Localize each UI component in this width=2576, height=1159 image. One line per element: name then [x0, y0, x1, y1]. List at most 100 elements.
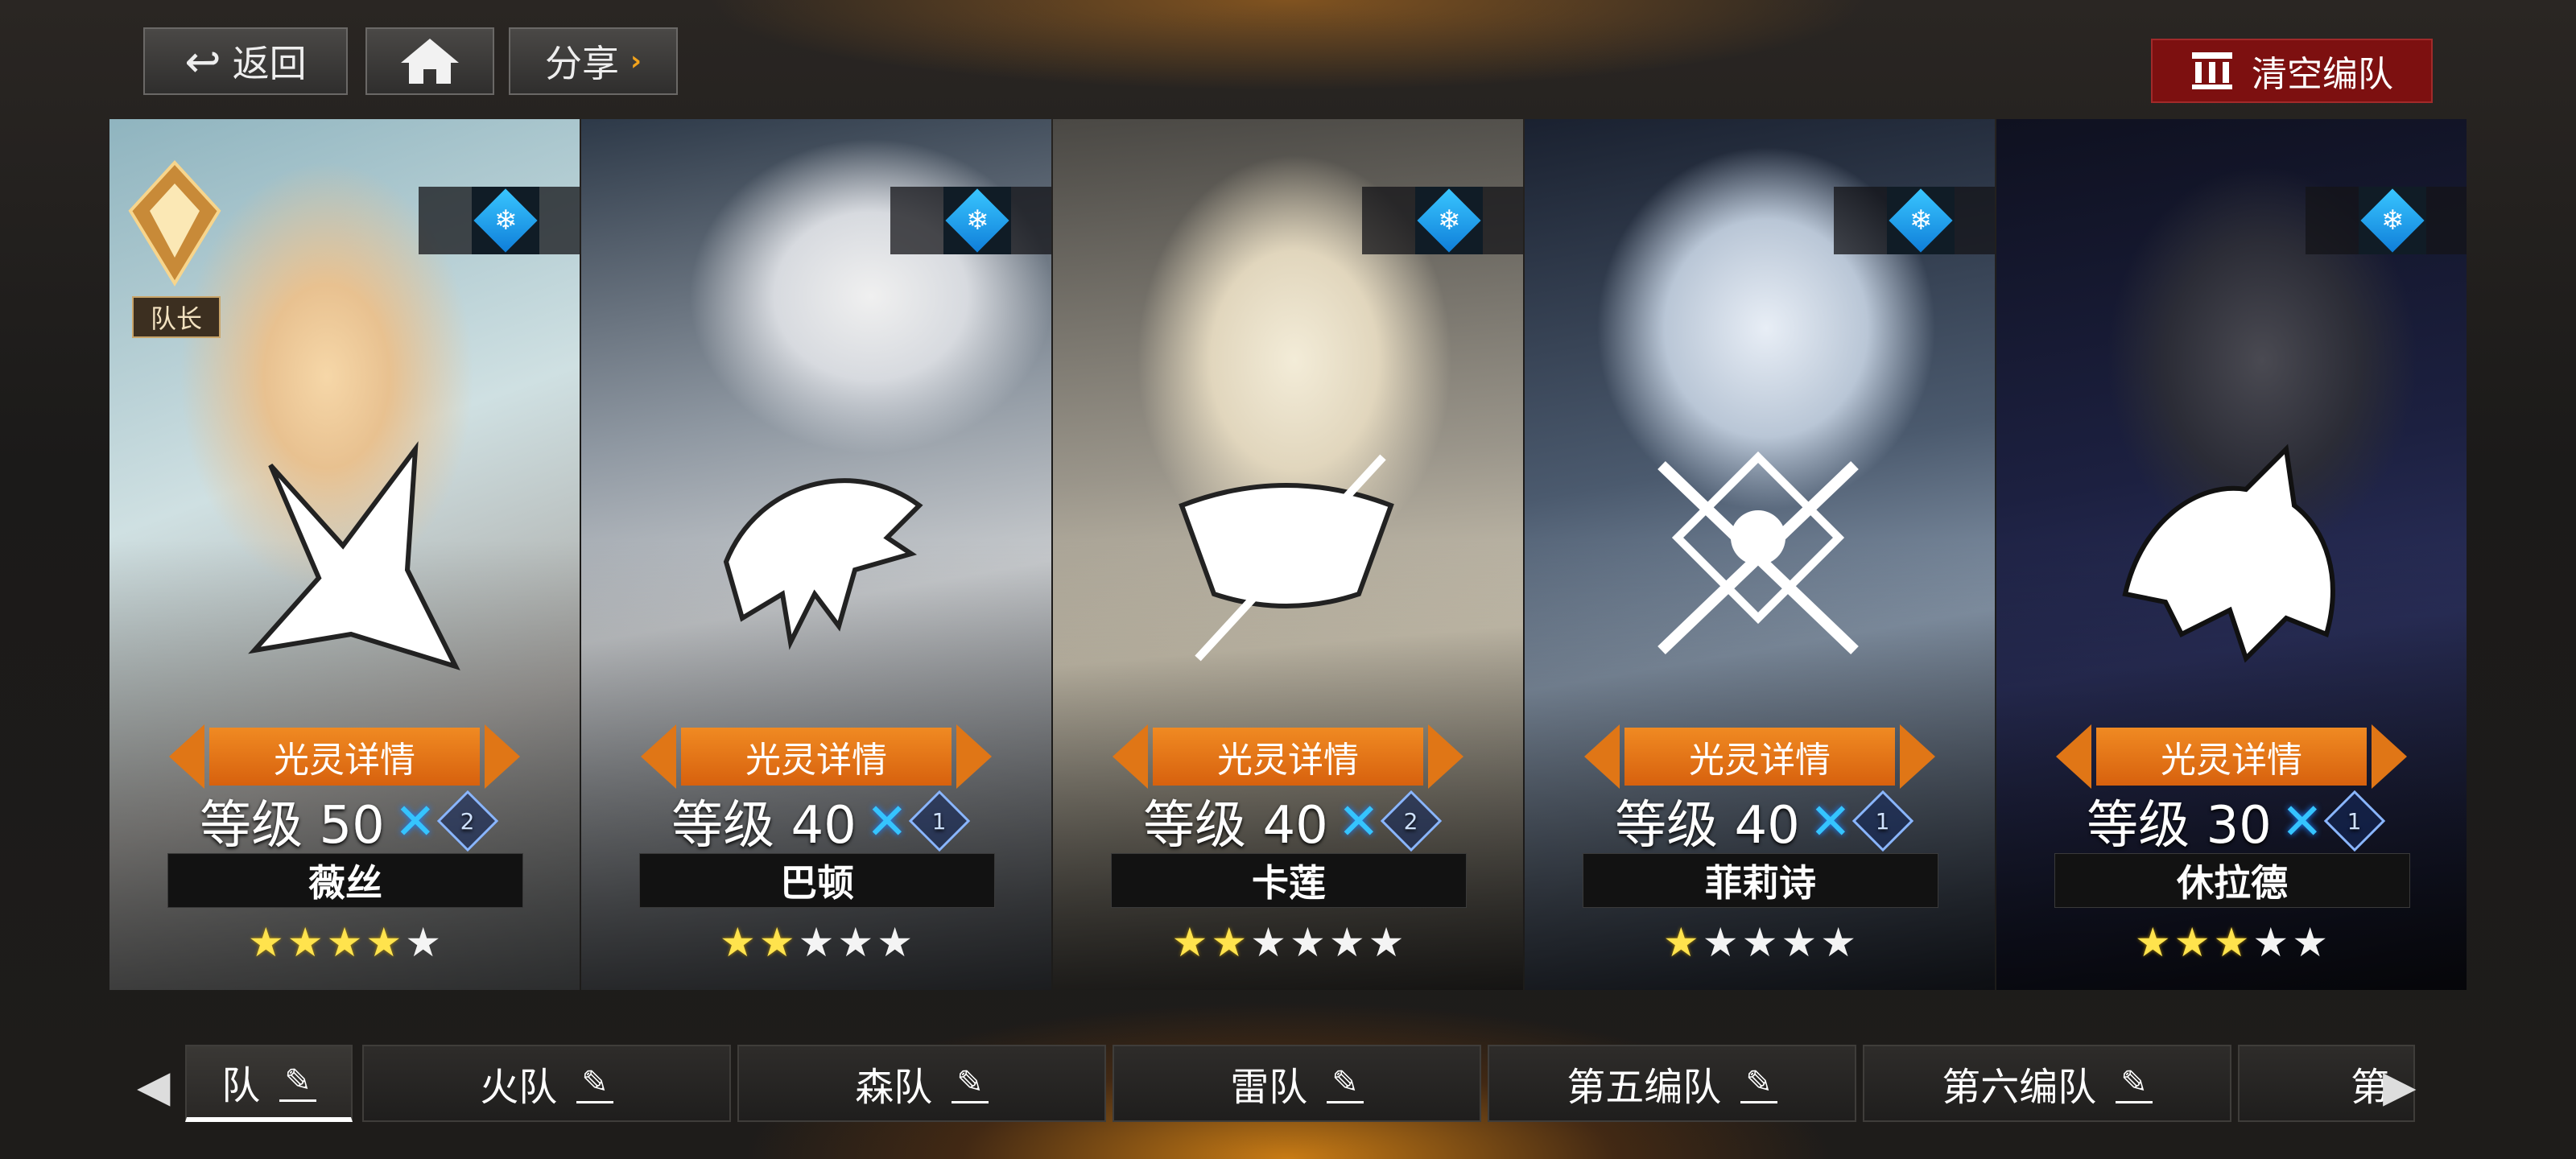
character-name: 菲莉诗	[1583, 853, 1938, 908]
back-arrow-icon: ↩	[184, 35, 221, 87]
element-badge: ❄	[1887, 187, 1955, 254]
level-row: 等级 40 ✕ 2	[1053, 784, 1523, 858]
detail-label: 光灵详情	[1153, 728, 1423, 786]
character-name: 薇丝	[167, 853, 523, 908]
faction-emblem-icon	[1657, 451, 1859, 655]
tab-label: 雷队	[1230, 1065, 1308, 1110]
detail-label: 光灵详情	[209, 728, 480, 786]
chevron-left-icon	[641, 724, 676, 789]
triangle-right-icon: ▶	[2383, 1061, 2417, 1112]
level-text: 等级 40	[1615, 796, 1800, 856]
snowflake-icon: ❄	[1909, 204, 1933, 237]
tab-label: 森队	[855, 1065, 933, 1110]
chevron-right-icon	[2372, 724, 2407, 789]
rank-value: 1	[2347, 807, 2362, 835]
detail-label: 光灵详情	[2096, 728, 2367, 786]
edit-pencil-icon[interactable]: ✎	[279, 1062, 316, 1102]
faction-emblem-icon	[2122, 443, 2335, 663]
character-name: 休拉德	[2054, 853, 2410, 908]
tab-label: 第五编队	[1567, 1065, 1722, 1110]
character-detail-button[interactable]: 光灵详情	[169, 724, 520, 789]
character-card[interactable]: 队长 ❄ 光灵详情 等级 50 ✕ 2 薇丝 ★ ★ ★ ★ ★	[109, 119, 580, 990]
awakening-icon: ✕	[1337, 791, 1380, 851]
awakening-icon: ✕	[2281, 791, 2323, 851]
character-card[interactable]: ❄ 光灵详情 等级 40 ✕ 2 卡莲 ★ ★ ★ ★ ★ ★	[1053, 119, 1523, 990]
share-label: 分享	[544, 42, 619, 85]
star-rating: ★ ★ ★ ★ ★	[1662, 919, 1857, 966]
rank-badge: 1	[908, 790, 971, 852]
edit-pencil-icon[interactable]: ✎	[952, 1064, 989, 1103]
character-detail-button[interactable]: 光灵详情	[1113, 724, 1463, 789]
element-badge: ❄	[1415, 187, 1483, 254]
share-button[interactable]: 分享 ›	[509, 27, 678, 95]
bank-icon	[2192, 52, 2232, 89]
character-name: 卡莲	[1111, 853, 1467, 908]
level-row: 等级 30 ✕ 1	[1996, 784, 2467, 858]
tab-formation-1[interactable]: 队 ✎	[185, 1045, 353, 1122]
home-icon	[401, 39, 459, 84]
tab-label: 第六编队	[1942, 1065, 2097, 1110]
edit-pencil-icon[interactable]: ✎	[1740, 1064, 1777, 1103]
rank-badge: 1	[2323, 790, 2386, 852]
tab-formation-forest[interactable]: 森队 ✎	[737, 1045, 1106, 1122]
level-row: 等级 40 ✕ 1	[1525, 784, 1995, 858]
home-button[interactable]	[365, 27, 494, 95]
level-row: 等级 50 ✕ 2	[109, 784, 580, 858]
faction-emblem-icon	[1179, 454, 1394, 662]
chevron-left-icon	[169, 724, 204, 789]
chevron-right-icon	[956, 724, 992, 789]
character-card[interactable]: ❄ 光灵详情 等级 30 ✕ 1 休拉德 ★ ★ ★ ★ ★	[1996, 119, 2467, 990]
character-card[interactable]: ❄ 光灵详情 等级 40 ✕ 1 巴顿 ★ ★ ★ ★ ★	[581, 119, 1051, 990]
crown-icon	[128, 160, 221, 287]
rank-badge: 2	[436, 790, 499, 852]
back-button[interactable]: ↩ 返回	[143, 27, 348, 95]
level-text: 等级 30	[2087, 796, 2272, 856]
clear-formation-label: 清空编队	[2252, 54, 2393, 95]
star-rating: ★ ★ ★ ★ ★	[719, 919, 914, 966]
rank-badge: 2	[1380, 790, 1443, 852]
captain-label: 队长	[132, 296, 221, 338]
tab-scroll-left-button[interactable]: ◀	[137, 1061, 171, 1112]
character-detail-button[interactable]: 光灵详情	[1584, 724, 1935, 789]
character-detail-button[interactable]: 光灵详情	[2056, 724, 2407, 789]
element-badge: ❄	[472, 187, 539, 254]
detail-label: 光灵详情	[1624, 728, 1895, 786]
tab-formation-6[interactable]: 第六编队 ✎	[1863, 1045, 2231, 1122]
chevron-right-icon: ›	[630, 45, 642, 77]
formation-cards: 队长 ❄ 光灵详情 等级 50 ✕ 2 薇丝 ★★★★★ ❄ 光灵详情	[109, 119, 2467, 990]
captain-badge: 队长	[122, 155, 227, 340]
character-card[interactable]: ❄ 光灵详情 等级 40 ✕ 1 菲莉诗 ★ ★ ★ ★ ★	[1525, 119, 1995, 990]
chevron-right-icon	[1428, 724, 1463, 789]
awakening-icon: ✕	[865, 791, 908, 851]
chevron-right-icon	[485, 724, 520, 789]
element-badge: ❄	[943, 187, 1011, 254]
chevron-left-icon	[1113, 724, 1148, 789]
back-label: 返回	[232, 42, 307, 85]
awakening-icon: ✕	[1809, 791, 1852, 851]
tab-formation-fire[interactable]: 火队 ✎	[362, 1045, 731, 1122]
faction-emblem-icon	[723, 478, 923, 650]
snowflake-icon: ❄	[2380, 204, 2405, 237]
edit-pencil-icon[interactable]: ✎	[2116, 1064, 2153, 1103]
chevron-left-icon	[2056, 724, 2091, 789]
snowflake-icon: ❄	[1437, 204, 1461, 237]
clear-formation-button[interactable]: 清空编队	[2151, 39, 2433, 103]
level-text: 等级 40	[671, 796, 857, 856]
star-rating: ★ ★ ★ ★ ★	[2134, 919, 2329, 966]
rank-value: 1	[1875, 807, 1890, 835]
level-row: 等级 40 ✕ 1	[581, 784, 1051, 858]
edit-pencil-icon[interactable]: ✎	[576, 1064, 613, 1103]
star-rating: ★ ★ ★ ★ ★ ★	[1171, 919, 1405, 966]
tab-formation-thunder[interactable]: 雷队 ✎	[1113, 1045, 1481, 1122]
rank-value: 2	[460, 807, 475, 835]
character-detail-button[interactable]: 光灵详情	[641, 724, 992, 789]
tab-formation-5[interactable]: 第五编队 ✎	[1488, 1045, 1856, 1122]
rank-value: 2	[1403, 807, 1418, 835]
chevron-right-icon	[1900, 724, 1935, 789]
chevron-left-icon	[1584, 724, 1620, 789]
tab-scroll-right-button[interactable]: ▶	[2383, 1061, 2417, 1112]
snowflake-icon: ❄	[965, 204, 989, 237]
edit-pencil-icon[interactable]: ✎	[1327, 1064, 1364, 1103]
rank-badge: 1	[1852, 790, 1914, 852]
snowflake-icon: ❄	[493, 204, 518, 237]
